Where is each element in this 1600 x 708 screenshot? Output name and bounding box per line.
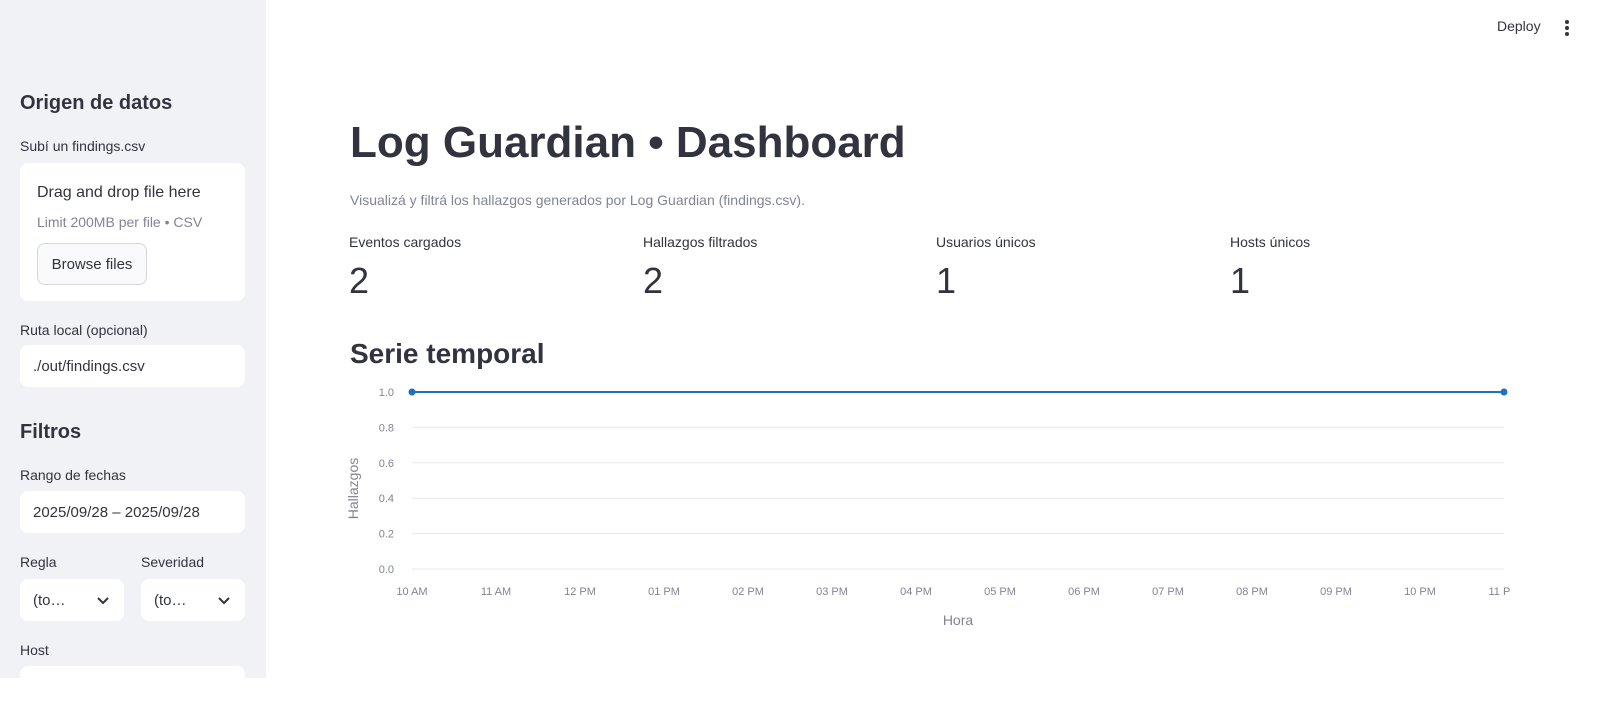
chevron-down-icon — [218, 597, 230, 605]
x-tick-label: 09 PM — [1320, 586, 1352, 598]
page-caption: Visualizá y filtrá los hallazgos generad… — [350, 192, 805, 208]
chevron-down-icon — [97, 597, 109, 605]
rule-label: Regla — [20, 554, 57, 570]
y-tick-label: 0.4 — [379, 493, 394, 505]
metric-label-findings: Hallazgos filtrados — [643, 234, 758, 250]
metric-value-events: 2 — [349, 260, 370, 301]
x-tick-label: 07 PM — [1152, 586, 1184, 598]
severity-select[interactable]: (to… — [141, 579, 245, 621]
rule-select-value: (to… — [33, 591, 66, 609]
series-point — [408, 388, 416, 396]
x-tick-label: 12 PM — [564, 586, 596, 598]
x-tick-label: 05 PM — [984, 586, 1016, 598]
x-tick-label: 11 PM — [1489, 586, 1510, 598]
timeseries-heading: Serie temporal — [350, 338, 545, 369]
metric-label-events: Eventos cargados — [349, 234, 462, 250]
date-range-input[interactable]: 2025/09/28 – 2025/09/28 — [20, 491, 245, 533]
x-tick-label: 10 AM — [396, 586, 427, 598]
x-tick-label: 11 AM — [481, 586, 511, 598]
upload-label: Subí un findings.csv — [20, 138, 146, 154]
x-tick-label: 04 PM — [900, 586, 932, 598]
metric-value-users: 1 — [936, 260, 957, 301]
rule-select[interactable]: (to… — [20, 579, 124, 621]
severity-select-value: (to… — [154, 591, 187, 609]
x-tick-label: 01 PM — [648, 586, 680, 598]
deploy-button[interactable]: Deploy — [1497, 18, 1541, 34]
x-tick-label: 06 PM — [1068, 586, 1100, 598]
y-tick-label: 1.0 — [379, 387, 394, 399]
host-select[interactable] — [20, 666, 245, 708]
dropzone-title: Drag and drop file here — [37, 184, 201, 201]
date-range-label: Rango de fechas — [20, 467, 126, 483]
file-uploader-dropzone[interactable]: Drag and drop file here Limit 200MB per … — [20, 163, 245, 301]
sidebar: Origen de datos Subí un findings.csv Dra… — [0, 0, 266, 708]
y-tick-label: 0.0 — [379, 564, 394, 576]
x-axis-title: Hora — [943, 612, 974, 628]
x-tick-label: 02 PM — [732, 586, 764, 598]
metric-value-findings: 2 — [643, 260, 664, 301]
y-tick-label: 0.8 — [379, 422, 394, 434]
severity-label: Severidad — [141, 554, 205, 570]
metric-label-users: Usuarios únicos — [936, 234, 1036, 250]
host-label: Host — [20, 642, 49, 658]
y-axis-title: Hallazgos — [345, 458, 361, 519]
x-tick-label: 03 PM — [816, 586, 848, 598]
local-path-input[interactable]: ./out/findings.csv — [20, 345, 245, 387]
x-tick-label: 08 PM — [1236, 586, 1268, 598]
x-tick-label: 10 PM — [1404, 586, 1436, 598]
dropzone-limit: Limit 200MB per file • CSV — [37, 214, 203, 230]
metric-label-hosts: Hosts únicos — [1230, 234, 1311, 250]
timeseries-chart: 0.0 0.2 0.4 0.6 0.8 1.0 10 AM 11 AM 12 PM 01 PM 02… — [345, 387, 1510, 628]
y-tick-label: 0.6 — [379, 458, 394, 470]
browse-files-button[interactable]: Browse files — [37, 243, 147, 285]
page-title: Log Guardian • Dashboard — [350, 118, 906, 167]
series-point — [1500, 388, 1508, 396]
main-menu-icon[interactable] — [1562, 18, 1572, 38]
data-source-heading: Origen de datos — [20, 92, 173, 114]
y-tick-label: 0.2 — [379, 529, 394, 541]
local-path-label: Ruta local (opcional) — [20, 322, 148, 338]
filters-heading: Filtros — [20, 421, 82, 443]
metric-value-hosts: 1 — [1230, 260, 1251, 301]
